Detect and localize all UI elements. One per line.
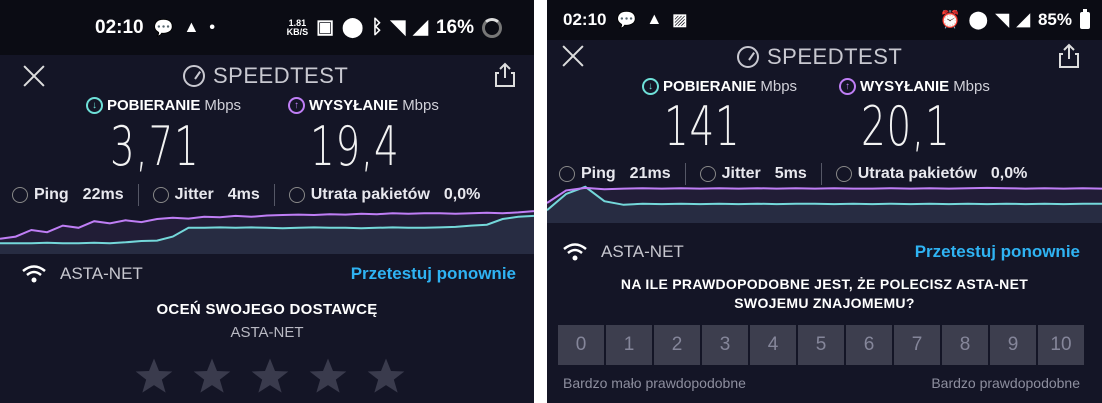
gauge-icon	[737, 46, 759, 68]
download-arrow-icon: ↓	[642, 78, 659, 95]
retest-link[interactable]: Przetestuj ponownie	[351, 264, 516, 284]
upload-header: ↑ WYSYŁANIE Mbps	[839, 78, 990, 95]
nps-option-5[interactable]: 5	[798, 325, 844, 365]
upload-area	[0, 211, 534, 254]
alarm-icon: ⏰	[939, 10, 961, 29]
ping-stat: Ping 22ms	[12, 186, 124, 204]
nps-option-9[interactable]: 9	[990, 325, 1036, 365]
ping-icon	[12, 187, 28, 203]
nps-option-4[interactable]: 4	[750, 325, 796, 365]
messenger-icon: 💬	[616, 12, 637, 29]
messenger-icon: 💬	[153, 19, 174, 37]
bluetooth-icon: ᛒ	[371, 16, 383, 38]
network-row: ASTA-NET Przetestuj ponownie	[547, 242, 1102, 262]
star-icon-4[interactable]	[308, 356, 348, 396]
gauge-icon	[183, 65, 205, 87]
signal-icon: ◢	[413, 17, 428, 38]
upload-arrow-icon: ↑	[839, 78, 856, 95]
nps-scale: 0 1 2 3 4 5 6 7 8 9 10	[558, 325, 1084, 365]
location-icon: ⬤	[342, 17, 364, 38]
isp-name: ASTA-NET	[60, 264, 143, 283]
packet-loss-icon	[835, 166, 852, 182]
speed-graph	[547, 185, 1102, 223]
status-time: 02:10	[95, 16, 144, 38]
loading-icon	[482, 17, 502, 38]
close-icon[interactable]	[561, 44, 585, 68]
packet-loss-stat: Utrata pakietów 0,0%	[288, 186, 480, 204]
speedtest-screen-left: 02:10 💬 ▲ • 1.81 KB/S ▣ ⬤ ᛒ ◥ ◢ 16% SPEED…	[0, 0, 534, 403]
nps-option-2[interactable]: 2	[654, 325, 700, 365]
rate-provider-title: OCEŃ SWOJEGO DOSTAWCĘ	[156, 301, 378, 318]
ping-icon	[559, 166, 575, 182]
scale-high-label: Bardzo prawdopodobne	[931, 375, 1080, 391]
ping-stat: Ping 21ms	[559, 165, 671, 183]
close-icon[interactable]	[22, 64, 46, 88]
download-value: 141	[664, 95, 741, 158]
share-icon[interactable]	[494, 62, 516, 88]
packet-loss-icon	[288, 187, 305, 203]
download-arrow-icon: ↓	[86, 97, 103, 114]
star-icon-1[interactable]	[134, 356, 174, 396]
jitter-stat: Jitter 5ms	[699, 165, 807, 183]
speedtest-screen-right: 02:10 💬 ▲ ▨ ⏰ ⬤ ◥ ◢ 85% SPEEDTEST ↓ POBI…	[547, 0, 1102, 403]
network-row: ASTA-NET Przetestuj ponownie	[0, 264, 534, 284]
speed-graph	[0, 210, 534, 254]
jitter-icon	[699, 166, 716, 182]
nps-option-6[interactable]: 6	[846, 325, 892, 365]
stats-row: Ping 22ms Jitter 4ms Utrata pakietów 0,0%	[12, 184, 480, 206]
nps-option-10[interactable]: 10	[1038, 325, 1084, 365]
jitter-icon	[152, 187, 169, 203]
jitter-stat: Jitter 4ms	[152, 186, 260, 204]
scale-low-label: Bardzo mało prawdopodobne	[563, 375, 746, 391]
battery-level: 16%	[435, 16, 474, 38]
status-time: 02:10	[563, 10, 607, 29]
dot-icon: •	[209, 18, 215, 36]
wifi-icon	[563, 243, 587, 261]
status-bar: 02:10 💬 ▲ • 1.81 KB/S ▣ ⬤ ᛒ ◥ ◢ 16%	[0, 0, 534, 55]
nps-option-7[interactable]: 7	[894, 325, 940, 365]
download-value: 3,71	[110, 115, 200, 178]
nps-option-0[interactable]: 0	[558, 325, 604, 365]
wifi-status-icon: ◥	[390, 17, 406, 38]
battery-icon	[1080, 8, 1090, 29]
upload-area	[547, 187, 1102, 223]
image-icon: ▨	[672, 12, 688, 29]
upload-value: 19,4	[310, 115, 400, 178]
download-header: ↓ POBIERANIE Mbps	[642, 78, 797, 95]
speedtest-logo: SPEEDTEST	[183, 63, 348, 89]
star-icon-5[interactable]	[366, 356, 406, 396]
upload-header: ↑ WYSYŁANIE Mbps	[288, 97, 439, 114]
speedtest-logo: SPEEDTEST	[737, 44, 902, 70]
upload-arrow-icon: ↑	[288, 97, 305, 114]
wifi-icon	[22, 265, 46, 283]
status-bar: 02:10 💬 ▲ ▨ ⏰ ⬤ ◥ ◢ 85%	[547, 0, 1102, 40]
rating-stars	[134, 356, 406, 396]
download-header: ↓ POBIERANIE Mbps	[86, 97, 241, 114]
nfc-icon: ▣	[316, 17, 335, 38]
signal-icon: ◢	[1016, 10, 1030, 29]
share-icon[interactable]	[1058, 43, 1080, 69]
isp-name: ASTA-NET	[601, 242, 684, 261]
rate-provider-subtitle: ASTA-NET	[230, 324, 304, 341]
stats-row: Ping 21ms Jitter 5ms Utrata pakietów 0,0%	[559, 163, 1027, 185]
battery-level: 85%	[1037, 10, 1072, 29]
retest-link[interactable]: Przetestuj ponownie	[915, 242, 1080, 262]
star-icon-2[interactable]	[192, 356, 232, 396]
recommend-question: NA ILE PRAWDOPODOBNE JEST, ŻE POLECISZ A…	[620, 276, 1029, 311]
nps-option-8[interactable]: 8	[942, 325, 988, 365]
navigation-icon: ▲	[646, 11, 663, 28]
network-speed: 1.81 KB/S	[286, 17, 309, 37]
location-icon: ⬤	[968, 10, 988, 29]
wifi-status-icon: ◥	[995, 10, 1009, 29]
upload-value: 20,1	[861, 95, 951, 158]
nps-option-1[interactable]: 1	[606, 325, 652, 365]
nps-option-3[interactable]: 3	[702, 325, 748, 365]
star-icon-3[interactable]	[250, 356, 290, 396]
packet-loss-stat: Utrata pakietów 0,0%	[835, 165, 1027, 183]
navigation-icon: ▲	[183, 18, 200, 36]
